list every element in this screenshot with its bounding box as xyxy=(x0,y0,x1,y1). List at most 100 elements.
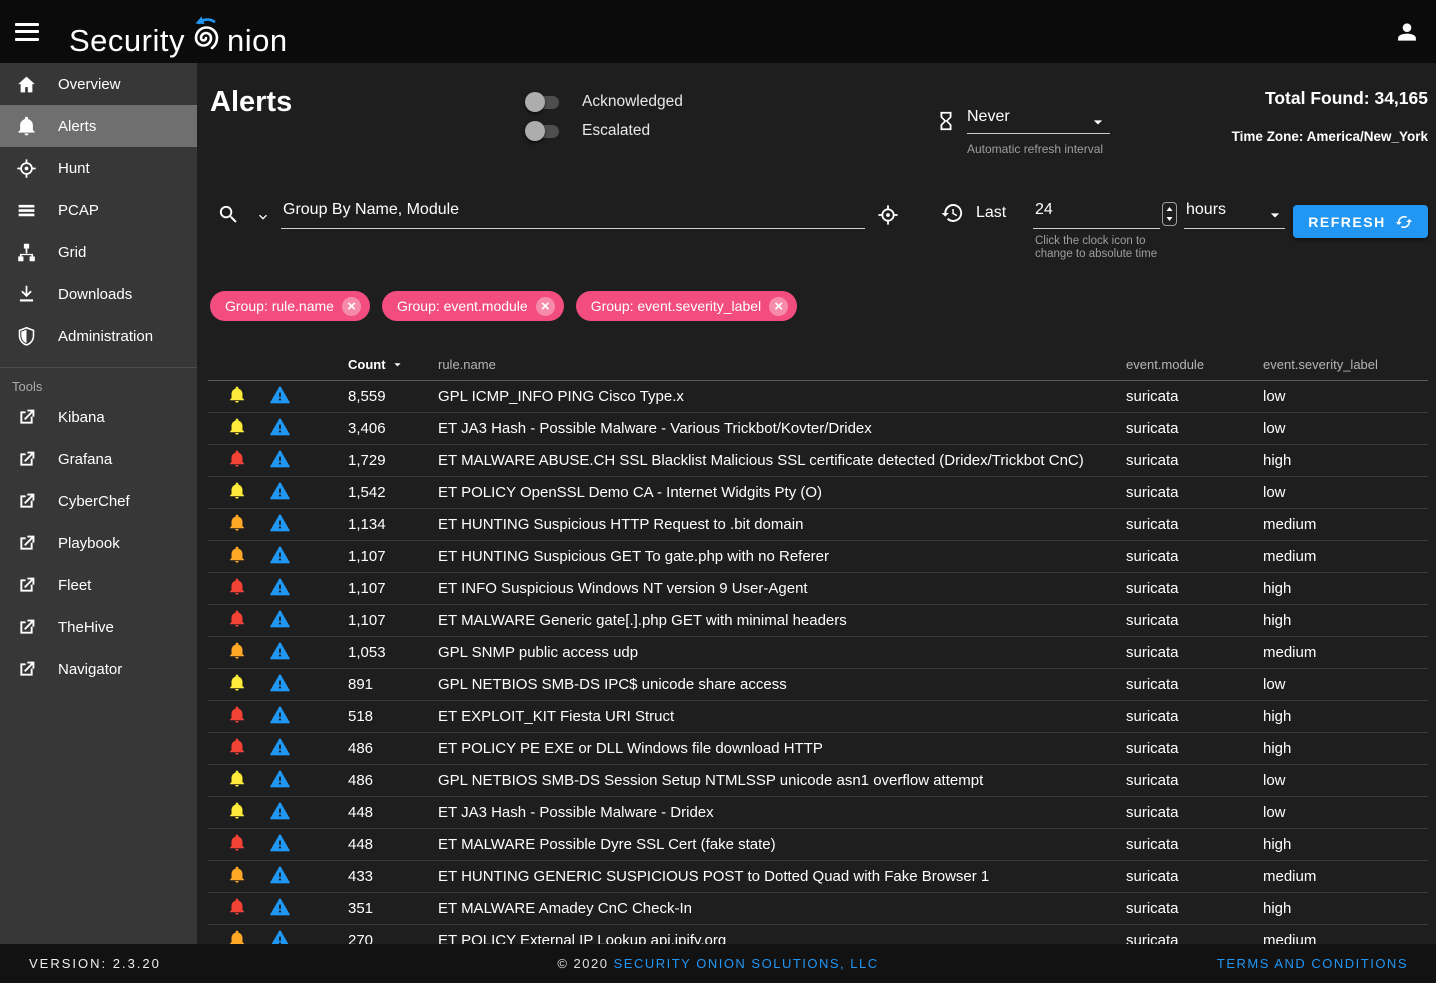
table-row[interactable]: 448 ET MALWARE Possible Dyre SSL Cert (f… xyxy=(208,829,1428,861)
table-row[interactable]: 1,107 ET HUNTING Suspicious GET To gate.… xyxy=(208,541,1428,573)
table-row[interactable]: 1,053 GPL SNMP public access udp suricat… xyxy=(208,637,1428,669)
sidebar-item-kibana[interactable]: Kibana xyxy=(0,396,197,438)
column-header-count[interactable]: Count xyxy=(348,357,438,372)
table-row[interactable]: 8,559 GPL ICMP_INFO PING Cisco Type.x su… xyxy=(208,381,1428,413)
alert-info-icon[interactable] xyxy=(270,545,290,565)
severity-bell-icon[interactable] xyxy=(228,418,246,436)
sidebar-item-fleet[interactable]: Fleet xyxy=(0,564,197,606)
chip-close-icon[interactable]: × xyxy=(342,297,361,316)
severity-bell-icon[interactable] xyxy=(228,610,246,628)
severity-bell-icon[interactable] xyxy=(228,514,246,532)
time-unit-select[interactable]: hours xyxy=(1184,195,1285,229)
table-row[interactable]: 486 ET POLICY PE EXE or DLL Windows file… xyxy=(208,733,1428,765)
severity-bell-icon[interactable] xyxy=(228,482,246,500)
severity-bell-icon[interactable] xyxy=(228,578,246,596)
alert-info-icon[interactable] xyxy=(270,609,290,629)
group-filter-chip[interactable]: Group: rule.name × xyxy=(210,291,370,321)
alert-info-icon[interactable] xyxy=(270,769,290,789)
column-header-event-module[interactable]: event.module xyxy=(1126,357,1263,372)
severity-bell-icon[interactable] xyxy=(228,898,246,916)
group-filter-chip[interactable]: Group: event.severity_label × xyxy=(576,291,797,321)
count-cell: 1,542 xyxy=(348,484,438,501)
crosshair-icon xyxy=(14,156,38,180)
query-chevron-down-icon[interactable] xyxy=(255,209,271,225)
escalated-toggle[interactable] xyxy=(525,121,561,141)
table-row[interactable]: 1,729 ET MALWARE ABUSE.CH SSL Blacklist … xyxy=(208,445,1428,477)
refresh-interval-select[interactable]: Never xyxy=(967,108,1110,134)
severity-bell-icon[interactable] xyxy=(228,738,246,756)
severity-bell-icon[interactable] xyxy=(228,642,246,660)
chip-close-icon[interactable]: × xyxy=(769,297,788,316)
group-filter-chip[interactable]: Group: event.module × xyxy=(382,291,564,321)
severity-bell-icon[interactable] xyxy=(228,450,246,468)
severity-cell: medium xyxy=(1263,548,1428,565)
refresh-interval-value: Never xyxy=(967,108,1010,125)
quick-actions-crosshair-icon[interactable] xyxy=(877,204,899,226)
column-header-rule-name[interactable]: rule.name xyxy=(438,357,1126,372)
relative-time-history-icon[interactable] xyxy=(940,201,964,225)
sidebar-item-grafana[interactable]: Grafana xyxy=(0,438,197,480)
sidebar-item-thehive[interactable]: TheHive xyxy=(0,606,197,648)
sidebar-item-downloads[interactable]: Downloads xyxy=(0,273,197,315)
table-row[interactable]: 351 ET MALWARE Amadey CnC Check-In suric… xyxy=(208,893,1428,925)
alert-info-icon[interactable] xyxy=(270,449,290,469)
alert-info-icon[interactable] xyxy=(270,801,290,821)
severity-bell-icon[interactable] xyxy=(228,834,246,852)
query-input[interactable] xyxy=(281,195,865,229)
severity-bell-icon[interactable] xyxy=(228,770,246,788)
terms-link[interactable]: TERMS AND CONDITIONS xyxy=(1217,956,1408,971)
alert-info-icon[interactable] xyxy=(270,481,290,501)
sidebar-item-alerts[interactable]: Alerts xyxy=(0,105,197,147)
sidebar-item-administration[interactable]: Administration xyxy=(0,315,197,357)
acknowledged-toggle[interactable] xyxy=(525,92,561,112)
sidebar-item-overview[interactable]: Overview xyxy=(0,63,197,105)
sidebar-item-hunt[interactable]: Hunt xyxy=(0,147,197,189)
alert-info-icon[interactable] xyxy=(270,897,290,917)
table-row[interactable]: 1,134 ET HUNTING Suspicious HTTP Request… xyxy=(208,509,1428,541)
event-module-cell: suricata xyxy=(1126,516,1263,533)
column-header-severity-label[interactable]: event.severity_label xyxy=(1263,357,1428,372)
alert-info-icon[interactable] xyxy=(270,737,290,757)
solutions-link[interactable]: SECURITY ONION SOLUTIONS, LLC xyxy=(614,956,879,971)
alert-info-icon[interactable] xyxy=(270,833,290,853)
sidebar-item-pcap[interactable]: PCAP xyxy=(0,189,197,231)
alert-info-icon[interactable] xyxy=(270,673,290,693)
search-icon[interactable] xyxy=(217,203,240,226)
sidebar-item-playbook[interactable]: Playbook xyxy=(0,522,197,564)
table-row[interactable]: 1,107 ET INFO Suspicious Windows NT vers… xyxy=(208,573,1428,605)
sidebar-item-grid[interactable]: Grid xyxy=(0,231,197,273)
alert-info-icon[interactable] xyxy=(270,513,290,533)
alert-info-icon[interactable] xyxy=(270,577,290,597)
severity-bell-icon[interactable] xyxy=(228,546,246,564)
refresh-button[interactable]: REFRESH xyxy=(1293,205,1428,238)
table-row[interactable]: 1,107 ET MALWARE Generic gate[.].php GET… xyxy=(208,605,1428,637)
severity-bell-icon[interactable] xyxy=(228,674,246,692)
chip-close-icon[interactable]: × xyxy=(536,297,555,316)
table-header-row: Count rule.name event.module event.sever… xyxy=(208,348,1428,381)
table-row[interactable]: 518 ET EXPLOIT_KIT Fiesta URI Struct sur… xyxy=(208,701,1428,733)
severity-bell-icon[interactable] xyxy=(228,802,246,820)
alert-info-icon[interactable] xyxy=(270,705,290,725)
menu-icon[interactable] xyxy=(15,23,39,41)
table-row[interactable]: 433 ET HUNTING GENERIC SUSPICIOUS POST t… xyxy=(208,861,1428,893)
alert-info-icon[interactable] xyxy=(270,417,290,437)
time-amount-stepper[interactable] xyxy=(1162,202,1177,226)
count-cell: 891 xyxy=(348,676,438,693)
table-row[interactable]: 3,406 ET JA3 Hash - Possible Malware - V… xyxy=(208,413,1428,445)
event-module-cell: suricata xyxy=(1126,676,1263,693)
table-row[interactable]: 486 GPL NETBIOS SMB-DS Session Setup NTM… xyxy=(208,765,1428,797)
severity-bell-icon[interactable] xyxy=(228,866,246,884)
sidebar-item-navigator[interactable]: Navigator xyxy=(0,648,197,690)
severity-bell-icon[interactable] xyxy=(228,386,246,404)
severity-bell-icon[interactable] xyxy=(228,706,246,724)
table-row[interactable]: 448 ET JA3 Hash - Possible Malware - Dri… xyxy=(208,797,1428,829)
alert-info-icon[interactable] xyxy=(270,865,290,885)
sidebar-item-cyberchef[interactable]: CyberChef xyxy=(0,480,197,522)
time-amount-input[interactable] xyxy=(1033,195,1160,229)
alert-info-icon[interactable] xyxy=(270,641,290,661)
table-row[interactable]: 891 GPL NETBIOS SMB-DS IPC$ unicode shar… xyxy=(208,669,1428,701)
alert-info-icon[interactable] xyxy=(270,385,290,405)
table-row[interactable]: 1,542 ET POLICY OpenSSL Demo CA - Intern… xyxy=(208,477,1428,509)
app-logo[interactable]: Security nion xyxy=(69,5,288,59)
user-account-icon[interactable] xyxy=(1394,19,1420,45)
